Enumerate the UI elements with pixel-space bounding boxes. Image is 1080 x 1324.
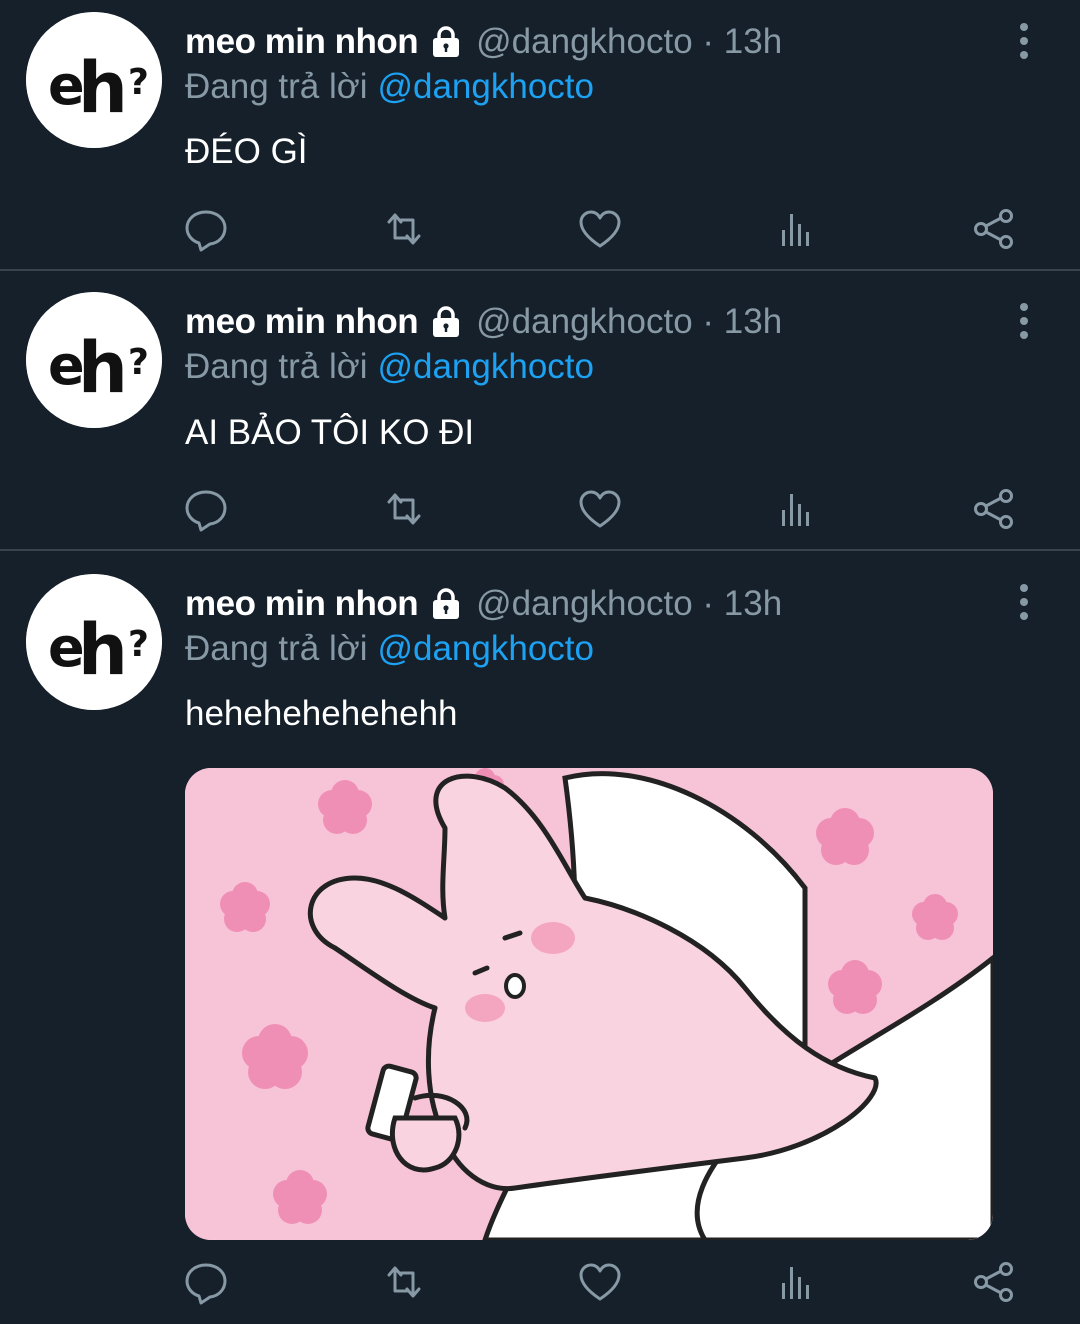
mention-link[interactable]: @dangkhocto bbox=[377, 347, 594, 387]
share-icon[interactable] bbox=[969, 204, 1019, 254]
replying-to: Đang trả lời @dangkhocto bbox=[185, 345, 594, 389]
reply-icon[interactable] bbox=[181, 204, 231, 254]
avatar[interactable] bbox=[26, 12, 162, 148]
more-options-icon[interactable] bbox=[1006, 19, 1042, 63]
pink-bunny-with-phone-image[interactable] bbox=[185, 768, 993, 1240]
handle-timestamp[interactable]: @dangkhocto · 13h bbox=[476, 302, 782, 342]
replying-prefix: Đang trả lời bbox=[185, 67, 368, 106]
like-icon[interactable] bbox=[575, 484, 625, 534]
share-icon[interactable] bbox=[969, 1257, 1019, 1307]
display-name[interactable]: meo min nhon bbox=[185, 302, 419, 342]
reply-icon[interactable] bbox=[181, 1257, 231, 1307]
avatar[interactable] bbox=[26, 292, 162, 428]
tweet-text: ĐÉO GÌ bbox=[185, 132, 308, 171]
action-bar bbox=[0, 1257, 1080, 1307]
tweet-text: hehehehehehehh bbox=[185, 694, 458, 733]
like-icon[interactable] bbox=[575, 1257, 625, 1307]
avatar[interactable] bbox=[26, 574, 162, 710]
divider bbox=[0, 549, 1080, 551]
action-bar bbox=[0, 484, 1080, 534]
handle-timestamp[interactable]: @dangkhocto · 13h bbox=[476, 584, 782, 624]
tweet-text: AI BẢO TÔI KO ĐI bbox=[185, 413, 475, 452]
retweet-icon[interactable] bbox=[379, 204, 429, 254]
mention-link[interactable]: @dangkhocto bbox=[377, 67, 594, 107]
more-options-icon[interactable] bbox=[1006, 580, 1042, 624]
retweet-icon[interactable] bbox=[379, 1257, 429, 1307]
action-bar bbox=[0, 204, 1080, 254]
replying-prefix: Đang trả lời bbox=[185, 629, 368, 668]
display-name[interactable]: meo min nhon bbox=[185, 22, 419, 62]
replying-to: Đang trả lời @dangkhocto bbox=[185, 627, 594, 671]
tweet[interactable]: meo min nhon @dangkhocto · 13h Đang trả … bbox=[0, 0, 1080, 270]
tweet-header: meo min nhon @dangkhocto · 13h bbox=[185, 582, 782, 626]
lock-icon bbox=[428, 586, 464, 622]
more-options-icon[interactable] bbox=[1006, 299, 1042, 343]
handle-timestamp[interactable]: @dangkhocto · 13h bbox=[476, 22, 782, 62]
lock-icon bbox=[428, 24, 464, 60]
tweet-header: meo min nhon @dangkhocto · 13h bbox=[185, 300, 782, 344]
mention-link[interactable]: @dangkhocto bbox=[377, 629, 594, 669]
like-icon[interactable] bbox=[575, 204, 625, 254]
replying-to: Đang trả lời @dangkhocto bbox=[185, 65, 594, 109]
analytics-icon[interactable] bbox=[772, 1257, 822, 1307]
tweet-header: meo min nhon @dangkhocto · 13h bbox=[185, 20, 782, 64]
analytics-icon[interactable] bbox=[772, 204, 822, 254]
analytics-icon[interactable] bbox=[772, 484, 822, 534]
tweet[interactable]: meo min nhon @dangkhocto · 13h Đang trả … bbox=[0, 271, 1080, 550]
display-name[interactable]: meo min nhon bbox=[185, 584, 419, 624]
retweet-icon[interactable] bbox=[379, 484, 429, 534]
lock-icon bbox=[428, 304, 464, 340]
share-icon[interactable] bbox=[969, 484, 1019, 534]
reply-icon[interactable] bbox=[181, 484, 231, 534]
replying-prefix: Đang trả lời bbox=[185, 347, 368, 386]
